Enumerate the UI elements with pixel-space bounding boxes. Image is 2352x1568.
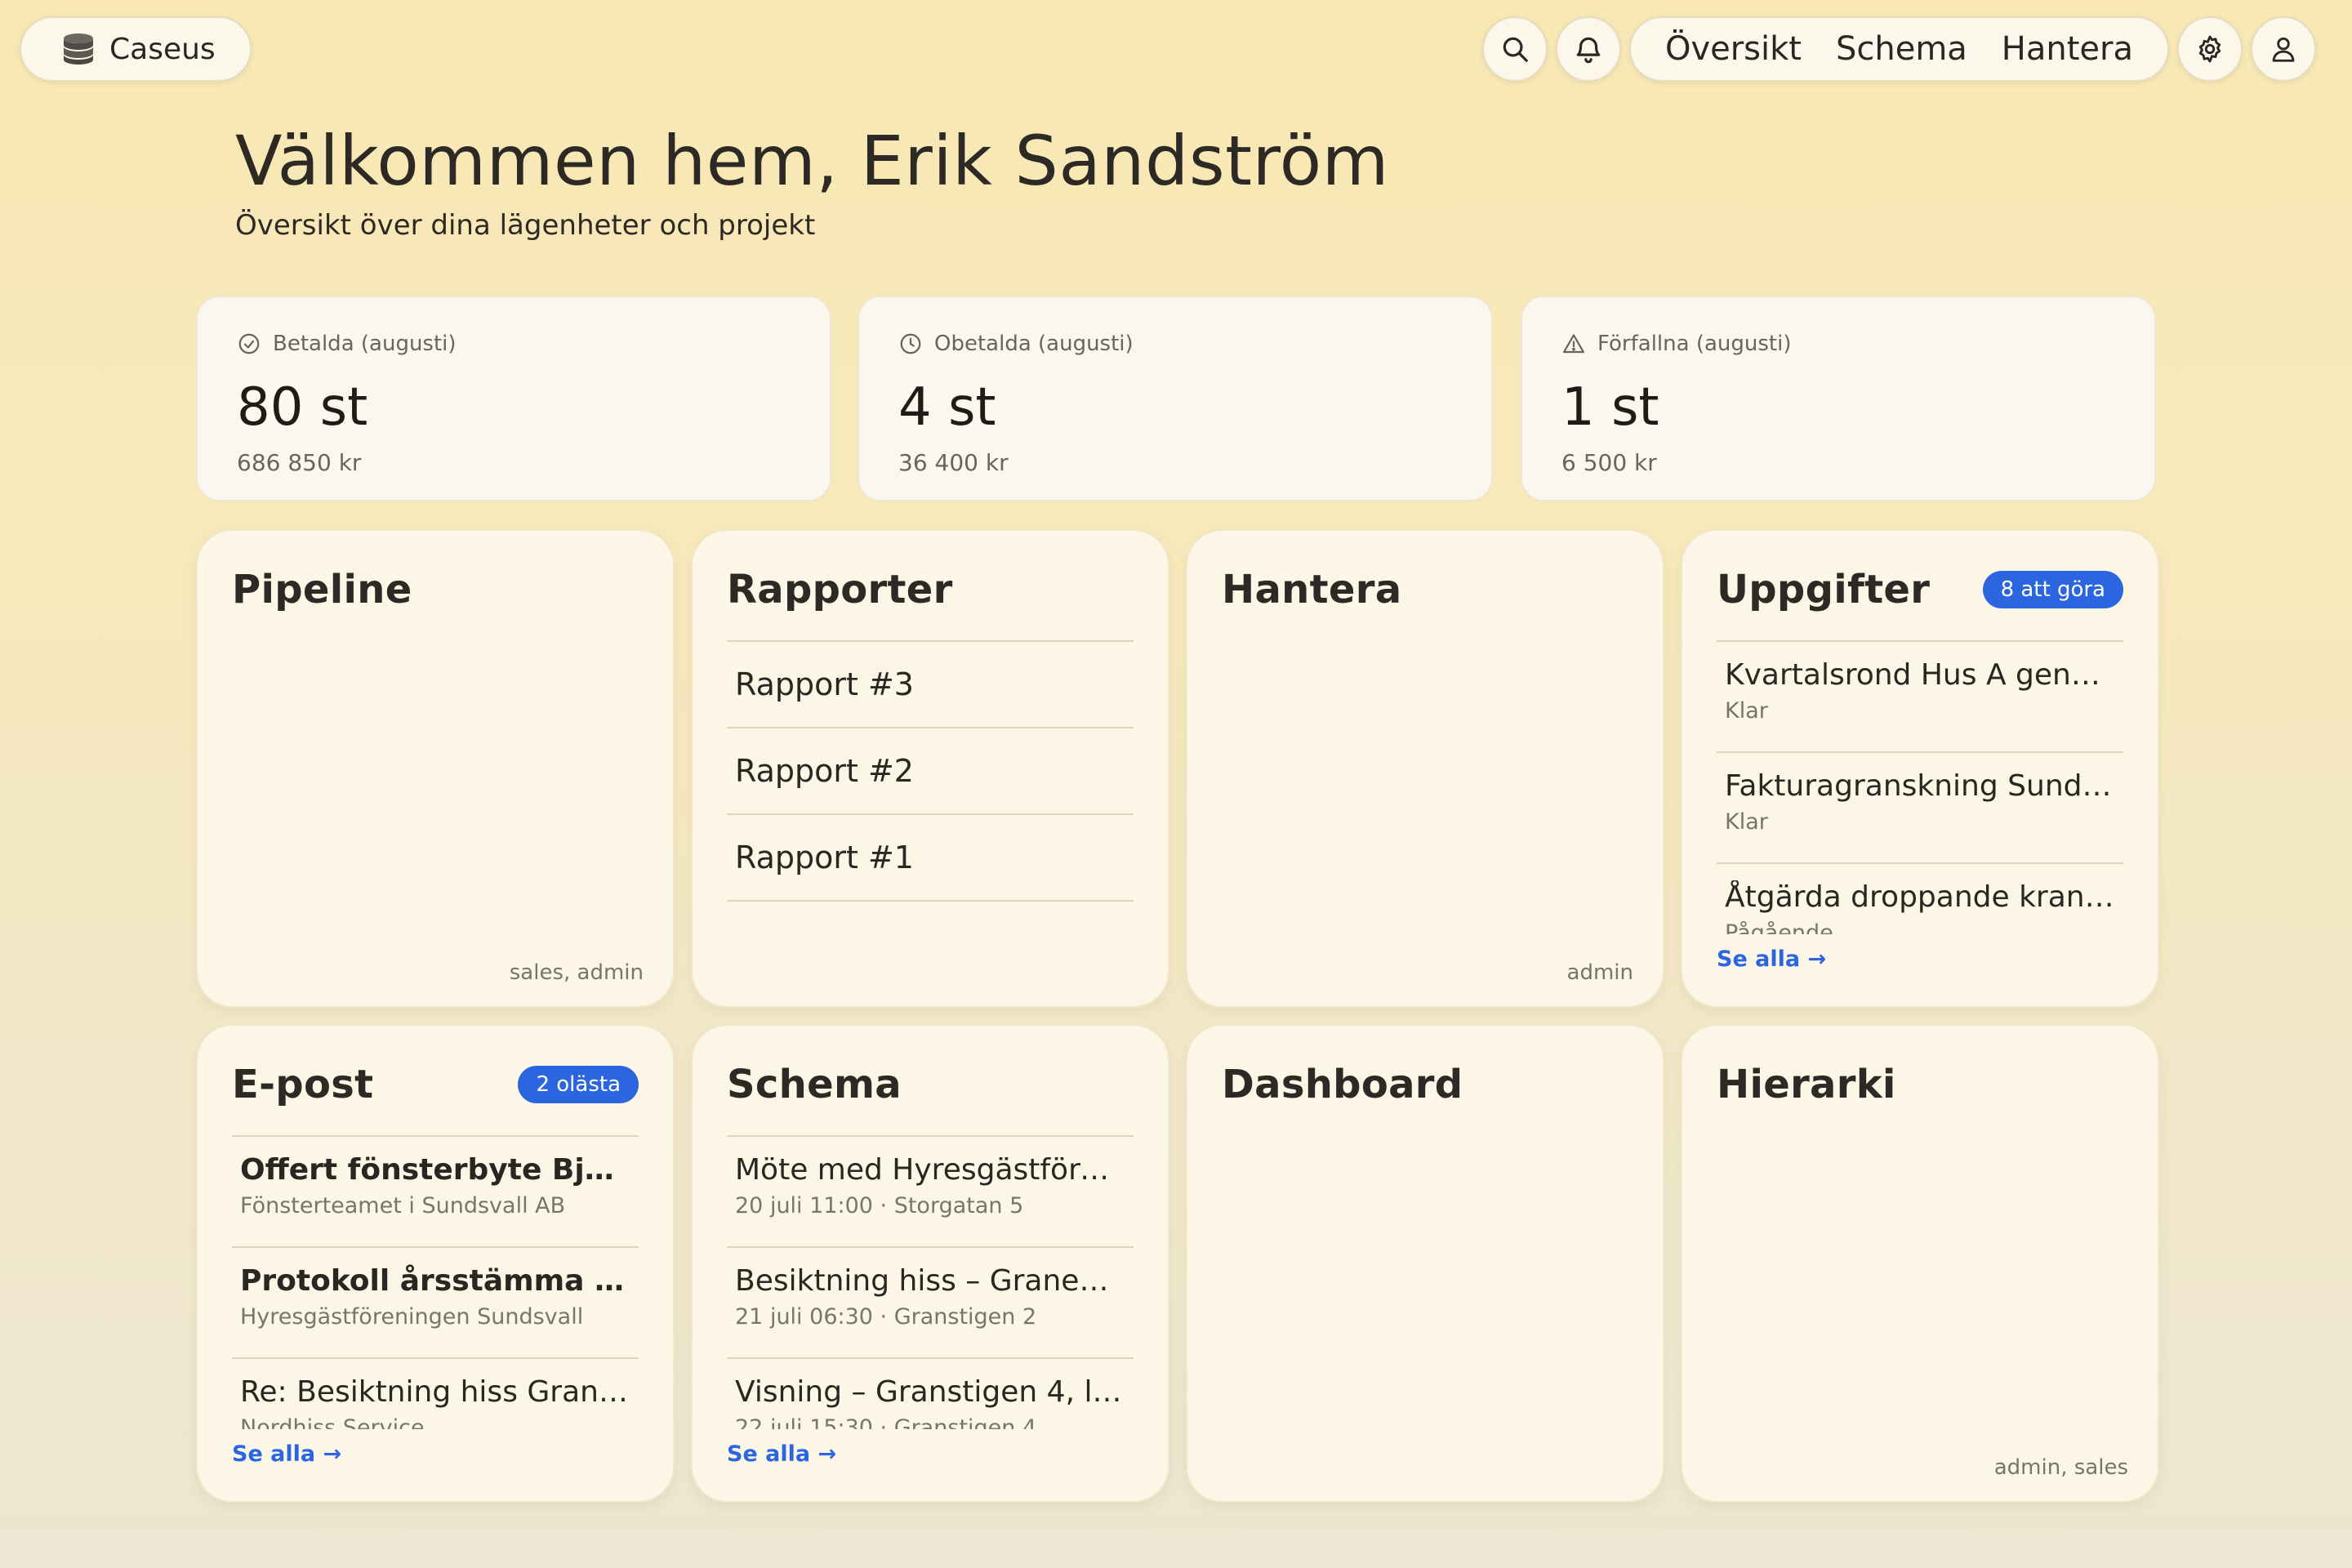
- task-list: Kvartalsrond Hus A genomf... Klar Faktur…: [1717, 640, 2123, 934]
- tile-title: E-post: [232, 1062, 374, 1107]
- report-item[interactable]: Rapport #2: [727, 728, 1134, 815]
- settings-button[interactable]: [2177, 16, 2243, 82]
- task-item[interactable]: Fakturagranskning Sundsva... Klar: [1717, 753, 2123, 864]
- stat-label: Obetalda (augusti): [934, 332, 1134, 356]
- tile-epost[interactable]: E-post 2 olästa Offert fönsterbyte Björk…: [196, 1024, 675, 1503]
- nav-hantera[interactable]: Hantera: [2002, 30, 2133, 68]
- see-all-tasks-link[interactable]: Se alla →: [1717, 947, 1826, 972]
- see-all-events-link[interactable]: Se alla →: [727, 1441, 836, 1467]
- nav-schema[interactable]: Schema: [1836, 30, 1967, 68]
- tile-title: Rapporter: [727, 567, 953, 612]
- tile-roles: sales, admin: [509, 960, 644, 985]
- stat-label-row: Förfallna (augusti): [1561, 332, 2115, 356]
- report-item[interactable]: Rapport #1: [727, 815, 1134, 902]
- brand-name: Caseus: [109, 32, 216, 66]
- stat-card-forfallna[interactable]: Förfallna (augusti) 1 st 6 500 kr: [1521, 296, 2156, 501]
- warning-triangle-icon: [1563, 334, 1584, 354]
- event-item[interactable]: Visning – Granstigen 4, lgh ... 22 juli …: [727, 1359, 1134, 1429]
- email-list: Offert fönsterbyte Björken ... Fönsterte…: [232, 1135, 639, 1429]
- user-icon: [2272, 37, 2295, 62]
- database-stack-icon: [64, 33, 93, 65]
- tile-dashboard[interactable]: Dashboard: [1186, 1024, 1664, 1503]
- stat-amount: 6 500 kr: [1561, 449, 1657, 476]
- stat-card-obetalda[interactable]: Obetalda (augusti) 4 st 36 400 kr: [858, 296, 1493, 501]
- page-subtitle: Översikt över dina lägenheter och projek…: [235, 209, 816, 242]
- stat-value: 80 st: [237, 377, 368, 438]
- stat-label: Betalda (augusti): [273, 332, 457, 356]
- tile-title: Dashboard: [1222, 1062, 1463, 1107]
- tile-roles: admin: [1566, 960, 1633, 985]
- tile-uppgifter[interactable]: Uppgifter 8 att göra Kvartalsrond Hus A …: [1681, 529, 2159, 1008]
- task-status: Pågående: [1725, 920, 1833, 934]
- todo-badge: 8 att göra: [1982, 571, 2123, 608]
- task-item[interactable]: Åtgärda droppande kran – B... Pågående: [1717, 864, 2123, 934]
- report-item[interactable]: Rapport #3: [727, 642, 1134, 728]
- tile-title: Schema: [727, 1062, 902, 1107]
- email-item[interactable]: Protokoll årsstämma – Hyr... Hyresgästfö…: [232, 1248, 639, 1359]
- task-title: Kvartalsrond Hus A genomf...: [1725, 658, 2115, 692]
- nav-oversikt[interactable]: Översikt: [1665, 30, 1802, 68]
- event-item[interactable]: Besiktning hiss – Granen Hu... 21 juli 0…: [727, 1248, 1134, 1359]
- stat-label-row: Obetalda (augusti): [898, 332, 1452, 356]
- see-all-email-link[interactable]: Se alla →: [232, 1441, 341, 1467]
- search-button[interactable]: [1481, 16, 1548, 82]
- stat-value: 4 st: [898, 377, 996, 438]
- email-sender: Nordhiss Service: [240, 1415, 425, 1429]
- profile-button[interactable]: [2251, 16, 2316, 82]
- stat-label-row: Betalda (augusti): [237, 332, 791, 356]
- task-title: Åtgärda droppande kran – B...: [1725, 880, 2115, 914]
- email-sender: Hyresgästföreningen Sundsvall: [240, 1304, 584, 1330]
- check-circle-icon: [238, 333, 260, 354]
- report-title: Rapport #2: [735, 753, 914, 789]
- stat-amount: 686 850 kr: [237, 449, 362, 476]
- report-title: Rapport #3: [735, 666, 914, 702]
- stat-amount: 36 400 kr: [898, 449, 1009, 476]
- tile-pipeline[interactable]: Pipeline sales, admin: [196, 529, 675, 1008]
- task-title: Fakturagranskning Sundsva...: [1725, 769, 2115, 803]
- email-subject: Offert fönsterbyte Björken ...: [240, 1153, 630, 1187]
- tile-hierarki[interactable]: Hierarki admin, sales: [1681, 1024, 2159, 1503]
- event-title: Möte med Hyresgästförenin...: [735, 1153, 1125, 1187]
- event-title: Besiktning hiss – Granen Hu...: [735, 1264, 1125, 1298]
- stat-label: Förfallna (augusti): [1597, 332, 1792, 356]
- top-navigation: Översikt Schema Hantera: [1481, 16, 2316, 82]
- tile-schema[interactable]: Schema Möte med Hyresgästförenin... 20 j…: [691, 1024, 1169, 1503]
- event-time-location: 21 juli 06:30 · Granstigen 2: [735, 1304, 1037, 1330]
- tile-roles: admin, sales: [1993, 1455, 2128, 1480]
- email-item[interactable]: Offert fönsterbyte Björken ... Fönsterte…: [232, 1137, 639, 1248]
- tile-title: Pipeline: [232, 567, 412, 612]
- tile-hantera[interactable]: Hantera admin: [1186, 529, 1664, 1008]
- task-status: Klar: [1725, 698, 1768, 724]
- email-subject: Protokoll årsstämma – Hyr...: [240, 1264, 630, 1298]
- notifications-button[interactable]: [1555, 16, 1621, 82]
- stat-card-betalda[interactable]: Betalda (augusti) 80 st 686 850 kr: [196, 296, 831, 501]
- event-time-location: 22 juli 15:30 · Granstigen 4: [735, 1415, 1037, 1429]
- page-title: Välkommen hem, Erik Sandström: [235, 121, 1389, 201]
- clock-icon: [900, 333, 921, 354]
- search-icon: [1503, 37, 1528, 62]
- task-item[interactable]: Kvartalsrond Hus A genomf... Klar: [1717, 642, 2123, 753]
- main-nav-pill: Översikt Schema Hantera: [1628, 16, 2169, 82]
- email-item[interactable]: Re: Besiktning hiss Granen ... Nordhiss …: [232, 1359, 639, 1429]
- report-title: Rapport #1: [735, 840, 914, 875]
- bell-icon: [1576, 37, 1601, 64]
- event-item[interactable]: Möte med Hyresgästförenin... 20 juli 11:…: [727, 1137, 1134, 1248]
- task-status: Klar: [1725, 809, 1768, 835]
- report-list: Rapport #3 Rapport #2 Rapport #1: [727, 640, 1134, 902]
- tile-title: Uppgifter: [1717, 567, 1931, 612]
- tile-rapporter[interactable]: Rapporter Rapport #3 Rapport #2 Rapport …: [691, 529, 1169, 1008]
- tile-title: Hantera: [1222, 567, 1402, 612]
- gear-icon: [2198, 35, 2221, 63]
- tile-title: Hierarki: [1717, 1062, 1896, 1107]
- email-subject: Re: Besiktning hiss Granen ...: [240, 1375, 630, 1409]
- stat-value: 1 st: [1561, 377, 1659, 438]
- event-list: Möte med Hyresgästförenin... 20 juli 11:…: [727, 1135, 1134, 1429]
- event-time-location: 20 juli 11:00 · Storgatan 5: [735, 1193, 1024, 1218]
- event-title: Visning – Granstigen 4, lgh ...: [735, 1375, 1125, 1409]
- email-sender: Fönsterteamet i Sundsvall AB: [240, 1193, 566, 1218]
- unread-badge: 2 olästa: [518, 1066, 639, 1103]
- brand-pill[interactable]: Caseus: [20, 16, 252, 82]
